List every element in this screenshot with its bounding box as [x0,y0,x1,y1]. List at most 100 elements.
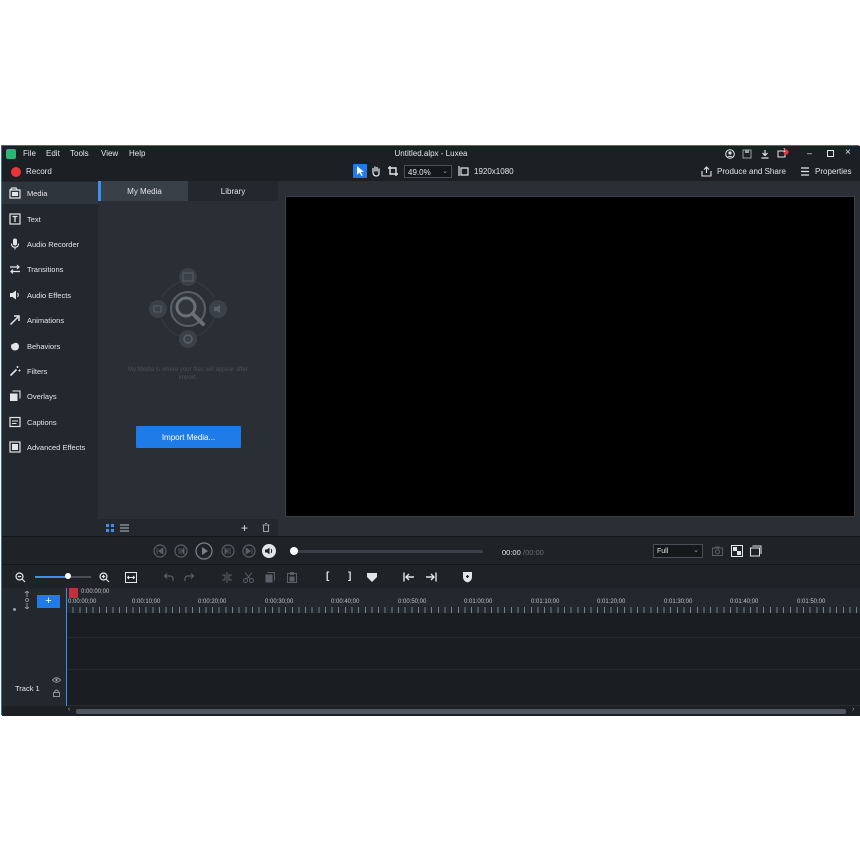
mark-in-icon[interactable]: [ [326,571,329,582]
track-header-column: + Track 1 [2,588,66,706]
full-screen-icon[interactable] [750,545,762,557]
play-icon[interactable] [195,542,213,560]
track-row-empty[interactable] [66,638,860,670]
captions-icon [9,416,21,428]
trash-icon[interactable] [262,523,270,532]
pan-tool-icon[interactable] [370,165,382,177]
timeline-ruler[interactable]: 0:00:00;00 0:00:00;00 0:00:10;00 0:00:20… [66,588,860,613]
tab-my-media[interactable]: My Media [98,181,188,201]
detach-canvas-icon[interactable] [731,545,743,557]
sidebar-item-text[interactable]: Text [2,208,98,230]
split-icon[interactable] [221,572,233,583]
menubar: File Edit Tools View Help Untitled.alpx … [2,146,860,162]
sidebar-item-media[interactable]: Media [2,182,98,204]
sidebar-item-animations[interactable]: Animations [2,309,98,331]
close-icon[interactable]: × [845,147,851,158]
volume-icon[interactable] [261,543,277,559]
scrubber-track[interactable] [294,550,483,553]
canvas-preview[interactable] [285,196,855,517]
sidebar-item-label: Filters [27,367,48,376]
step-back-icon[interactable] [153,544,167,558]
speaker-icon [10,290,19,300]
redo-icon[interactable] [184,572,196,582]
rewind-icon[interactable] [174,544,188,558]
sidebar-item-audio-effects[interactable]: Audio Effects [2,284,98,306]
ruler-label: 0:00:40;00 [331,599,360,605]
select-tool-button[interactable] [353,164,367,178]
ruler-label: 0:00:20;00 [198,599,227,605]
sidebar-item-label: Text [27,215,41,224]
track-height-icon[interactable] [24,591,30,609]
sidebar-item-label: Animations [27,316,65,325]
sidebar-item-audio-recorder[interactable]: Audio Recorder [2,233,98,255]
timeline-zoom-slider[interactable] [35,576,91,578]
sidebar-item-overlays[interactable]: Overlays [2,385,98,407]
crop-tool-icon[interactable] [387,165,399,177]
add-media-icon[interactable]: + [241,521,248,535]
go-to-start-icon[interactable] [403,572,415,582]
properties-button[interactable]: Properties [815,167,851,176]
sidebar-item-captions[interactable]: Captions [2,411,98,433]
track-row-empty[interactable] [66,613,860,638]
record-icon[interactable] [11,167,21,177]
ruler-label: 0:00:00;00 [68,599,97,605]
total-duration: /00:00 [523,548,544,557]
zoom-out-icon[interactable] [15,572,26,583]
notifications-icon[interactable]: 1 [777,148,789,159]
timeline: + Track 1 0:00:00;00 0:00:00;00 0:00:10;… [2,588,860,716]
zoom-select[interactable]: 49.0% ⌄ [404,165,452,178]
minimize-icon[interactable]: – [807,148,812,158]
thumbnail-view-icon[interactable] [106,524,114,532]
lock-icon[interactable] [53,689,60,697]
empty-media-hint: My Media is where your files will appear… [128,367,248,381]
sidebar-item-advanced-effects[interactable]: Advanced Effects [2,436,98,458]
zoom-value: 49.0% [408,168,431,177]
copy-icon[interactable] [265,572,275,583]
view-mode-select[interactable]: Full ⌄ [653,544,703,558]
fast-forward-icon[interactable] [221,544,235,558]
scrubber-handle[interactable] [290,547,298,555]
add-track-button[interactable]: + [37,595,60,608]
import-media-button[interactable]: Import Media... [136,426,241,448]
canvas-dimensions-icon[interactable] [458,165,470,177]
shield-icon[interactable] [462,571,473,583]
playhead-handle[interactable] [69,588,78,598]
sidebar-item-behaviors[interactable]: Behaviors [2,335,98,357]
list-view-icon[interactable] [120,524,129,532]
tab-library[interactable]: Library [188,181,278,201]
maximize-icon[interactable] [827,150,834,157]
zoom-slider-handle[interactable] [65,573,71,579]
scrollbar-thumb[interactable] [76,709,846,714]
app-window: File Edit Tools View Help Untitled.alpx … [1,145,860,716]
ruler-label: 0:01:30;00 [664,599,693,605]
download-icon[interactable] [760,149,770,159]
canvas-dimensions[interactable]: 1920x1080 [474,167,514,176]
fit-timeline-icon[interactable] [125,572,137,583]
ruler-label: 0:00:50;00 [398,599,427,605]
produce-and-share-button[interactable]: Produce and Share [717,167,786,176]
record-button[interactable]: Record [26,167,52,176]
zoom-in-icon[interactable] [99,572,110,583]
scroll-left-icon[interactable]: ‹ [68,706,70,713]
save-icon[interactable] [742,149,752,159]
preview-area [278,181,860,536]
undo-icon[interactable] [162,572,174,582]
camera-icon[interactable] [712,546,723,556]
account-icon[interactable] [725,149,735,159]
media-panel-footer: + [98,519,278,536]
properties-icon [800,167,810,176]
ruler-label: 0:00:10;00 [132,599,161,605]
track-row-track-1[interactable] [66,670,860,706]
step-forward-icon[interactable] [242,544,256,558]
cut-icon[interactable] [243,572,254,583]
paste-icon[interactable] [287,572,297,583]
add-marker-icon[interactable] [366,572,378,583]
eye-icon[interactable] [52,677,61,683]
scroll-right-icon[interactable]: › [852,706,854,713]
sidebar-item-filters[interactable]: Filters [2,360,98,382]
horizontal-scrollbar[interactable]: ‹ › [66,706,860,716]
go-to-end-icon[interactable] [425,572,437,582]
sidebar-item-transitions[interactable]: Transitions [2,258,98,280]
mark-out-icon[interactable]: ] [348,571,351,582]
track-options-icon[interactable] [13,608,16,611]
